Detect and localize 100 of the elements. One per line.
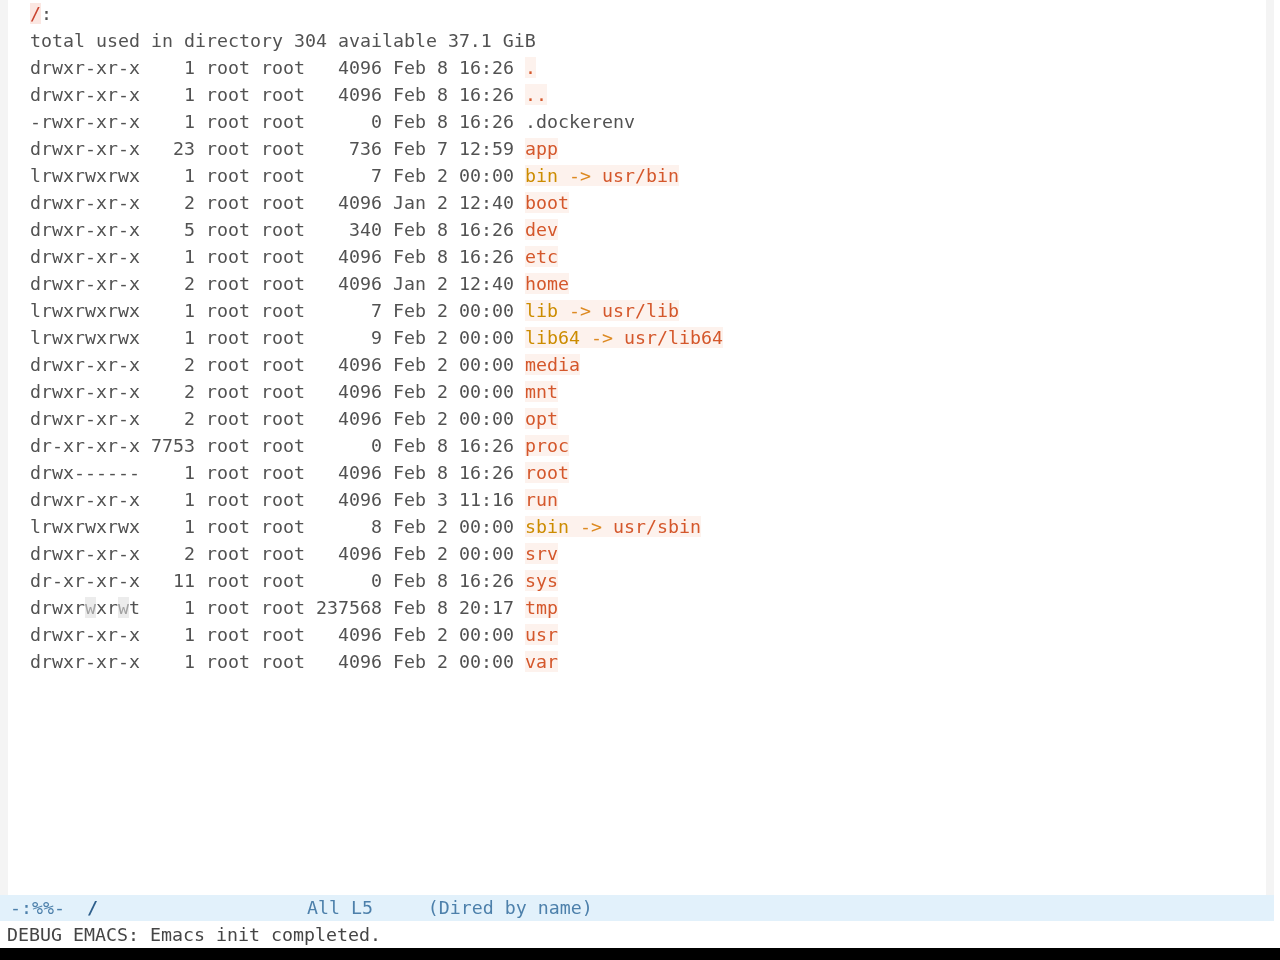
date-text: Feb 2: [392, 624, 448, 645]
modified-status: -:%%-: [10, 897, 65, 918]
permissions-text: dr-xr-xr-x: [30, 570, 140, 591]
group-name: root: [260, 354, 305, 375]
directory-name[interactable]: etc: [524, 246, 558, 267]
time-text: 12:40: [458, 273, 514, 294]
link-count: 1: [183, 246, 195, 267]
directory-name[interactable]: opt: [524, 408, 558, 429]
date-text: Feb 2: [392, 165, 448, 186]
date-text: Feb 8: [392, 570, 448, 591]
directory-name[interactable]: run: [524, 489, 558, 510]
link-count: 1: [183, 489, 195, 510]
link-count: 1: [183, 651, 195, 672]
owner-name: root: [205, 246, 250, 267]
time-text: 12:59: [458, 138, 514, 159]
owner-name: root: [205, 489, 250, 510]
directory-name[interactable]: media: [524, 354, 580, 375]
symlink-name[interactable]: lib -> usr/lib: [524, 300, 679, 321]
owner-name: root: [205, 543, 250, 564]
file-size: 4096: [337, 381, 382, 402]
file-size: 237568: [316, 597, 382, 618]
time-text: 00:00: [458, 543, 514, 564]
group-name: root: [260, 624, 305, 645]
file-name[interactable]: .dockerenv: [524, 111, 635, 132]
file-size: 4096: [337, 192, 382, 213]
date-text: Feb 2: [392, 300, 448, 321]
time-text: 00:00: [458, 300, 514, 321]
permissions-text: drwxr-xr-x: [30, 246, 140, 267]
group-name: root: [260, 246, 305, 267]
directory-name[interactable]: mnt: [524, 381, 558, 402]
group-name: root: [260, 219, 305, 240]
symlink-name[interactable]: lib64 -> usr/lib64: [524, 327, 723, 348]
file-size: 8: [370, 516, 382, 537]
directory-name[interactable]: .: [524, 57, 536, 78]
owner-name: root: [205, 516, 250, 537]
group-name: root: [260, 57, 305, 78]
directory-name[interactable]: proc: [524, 435, 569, 456]
owner-name: root: [205, 273, 250, 294]
directory-name[interactable]: usr: [524, 624, 558, 645]
permissions-text: drwx------: [30, 462, 140, 483]
date-text: Feb 2: [392, 543, 448, 564]
owner-name: root: [205, 300, 250, 321]
directory-name[interactable]: sys: [524, 570, 558, 591]
permissions-text: lrwxrwxrwx: [30, 516, 140, 537]
group-name: root: [260, 381, 305, 402]
file-size: 4096: [337, 57, 382, 78]
link-count: 1: [183, 624, 195, 645]
file-size: 736: [348, 138, 382, 159]
owner-name: root: [205, 138, 250, 159]
link-count: 5: [183, 219, 195, 240]
date-text: Feb 2: [392, 408, 448, 429]
link-count: 2: [183, 543, 195, 564]
echo-message: DEBUG EMACS: Emacs init completed.: [7, 924, 381, 945]
time-text: 16:26: [458, 57, 514, 78]
directory-name[interactable]: ..: [524, 84, 547, 105]
file-size: 4096: [337, 543, 382, 564]
file-size: 9: [370, 327, 382, 348]
directory-name[interactable]: root: [524, 462, 569, 483]
file-size: 340: [348, 219, 382, 240]
date-text: Feb 2: [392, 516, 448, 537]
directory-name[interactable]: app: [524, 138, 558, 159]
file-size: 4096: [337, 273, 382, 294]
directory-name[interactable]: tmp: [524, 597, 558, 618]
file-size: 4096: [337, 624, 382, 645]
permissions-text: drwxr-xr-x: [30, 381, 140, 402]
file-size: 0: [370, 111, 382, 132]
date-text: Feb 2: [392, 381, 448, 402]
symlink-name[interactable]: sbin -> usr/sbin: [524, 516, 701, 537]
file-size: 4096: [337, 408, 382, 429]
time-text: 16:26: [458, 570, 514, 591]
directory-name[interactable]: boot: [524, 192, 569, 213]
owner-name: root: [205, 408, 250, 429]
time-text: 20:17: [458, 597, 514, 618]
directory-name[interactable]: dev: [524, 219, 558, 240]
time-text: 16:26: [458, 219, 514, 240]
permissions-text: drwxr-xr-x: [30, 84, 140, 105]
symlink-name[interactable]: bin -> usr/bin: [524, 165, 679, 186]
date-text: Feb 8: [392, 219, 448, 240]
permissions-text: drwxr-xr-x: [30, 219, 140, 240]
directory-name[interactable]: home: [524, 273, 569, 294]
owner-name: root: [205, 165, 250, 186]
date-text: Feb 8: [392, 597, 448, 618]
link-count: 7753: [150, 435, 195, 456]
time-text: 00:00: [458, 354, 514, 375]
owner-name: root: [205, 84, 250, 105]
file-size: 4096: [337, 246, 382, 267]
directory-name[interactable]: srv: [524, 543, 558, 564]
time-text: 00:00: [458, 624, 514, 645]
date-text: Feb 8: [392, 84, 448, 105]
permissions-text: dr-xr-xr-x: [30, 435, 140, 456]
date-text: Jan 2: [392, 273, 448, 294]
group-name: root: [260, 192, 305, 213]
group-name: root: [260, 651, 305, 672]
file-size: 4096: [337, 84, 382, 105]
permissions-text: drwxr-xr-x: [30, 489, 140, 510]
owner-name: root: [205, 462, 250, 483]
directory-name[interactable]: var: [524, 651, 558, 672]
time-text: 16:26: [458, 462, 514, 483]
date-text: Feb 2: [392, 651, 448, 672]
time-text: 00:00: [458, 327, 514, 348]
